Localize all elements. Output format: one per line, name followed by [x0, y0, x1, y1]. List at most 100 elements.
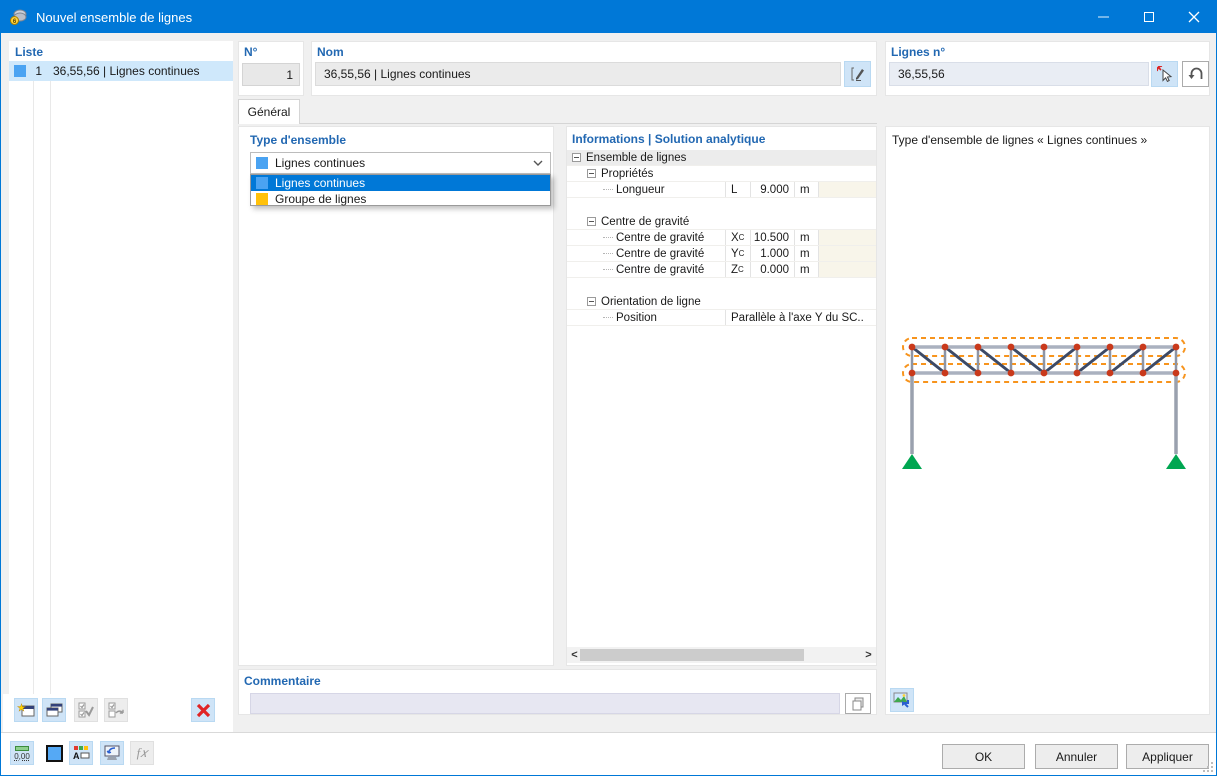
tree-tick	[603, 269, 613, 270]
symbol: Y	[731, 247, 739, 260]
unit: m	[794, 182, 818, 197]
collapse-toggle[interactable]	[587, 217, 596, 226]
color-swatch-button[interactable]	[42, 741, 66, 765]
save-image-button[interactable]	[890, 688, 914, 712]
fx-icon: f𝑥	[136, 745, 148, 760]
ok-button[interactable]: OK	[942, 744, 1025, 769]
name-field[interactable]: 36,55,56 | Lignes continues	[315, 62, 841, 86]
pick-cursor-icon	[1156, 66, 1172, 82]
truss-diagram	[902, 337, 1186, 469]
ruler-icon	[15, 745, 29, 751]
collapse-toggle[interactable]	[572, 153, 581, 162]
formula-button[interactable]: f𝑥	[130, 741, 154, 765]
extra-cell	[818, 246, 876, 261]
unit: m	[794, 230, 818, 245]
type-combobox[interactable]: Lignes continues	[250, 152, 551, 174]
row-label: Position	[616, 311, 657, 324]
dialog-nouvel-ensemble-de-lignes: 6 Nouvel ensemble de lignes Liste 1 36,5…	[0, 0, 1217, 776]
dropdown-option-groupe-de-lignes[interactable]: Groupe de lignes	[251, 191, 550, 207]
comment-panel: Commentaire	[238, 669, 877, 715]
copy-windows-icon	[46, 703, 62, 716]
row-label: Centre de gravité	[616, 263, 705, 276]
window-title: Nouvel ensemble de lignes	[36, 9, 193, 25]
delete-line-set-button[interactable]	[191, 698, 215, 722]
scroll-right-arrow[interactable]: >	[861, 647, 876, 663]
unit: m	[794, 262, 818, 277]
apply-button[interactable]: Appliquer	[1126, 744, 1209, 769]
info-panel: Informations | Solution analytique Ensem…	[566, 126, 877, 666]
tree-tick	[603, 189, 613, 190]
dropdown-option-lignes-continues[interactable]: Lignes continues	[251, 175, 550, 191]
list-panel: Liste 1 36,55,56 | Lignes continues	[9, 41, 233, 694]
dropdown-option-label: Groupe de lignes	[275, 192, 367, 206]
type-dropdown-list: Lignes continues Groupe de lignes	[250, 174, 551, 206]
row-label: Longueur	[616, 183, 665, 196]
table-row: Position Parallèle à l'axe Y du SC..	[567, 310, 876, 326]
table-row: Longueur L 9.000 m	[567, 182, 876, 198]
close-button[interactable]	[1171, 1, 1216, 32]
svg-text:★: ★	[17, 703, 26, 714]
decimal-places-button[interactable]: 0,00	[10, 741, 34, 765]
edit-name-button[interactable]	[844, 61, 871, 87]
close-icon	[1188, 11, 1199, 22]
delete-x-icon	[196, 703, 210, 717]
table-row: Centre de gravité ZC 0.000 m	[567, 262, 876, 278]
list-item[interactable]: 1 36,55,56 | Lignes continues	[9, 61, 233, 81]
monitor-icon	[104, 745, 120, 760]
toggle-check-icon	[108, 702, 124, 717]
copy-line-set-button[interactable]	[42, 698, 66, 722]
lines-field[interactable]: 36,55,56	[889, 62, 1149, 86]
pencil-icon	[851, 67, 864, 81]
number-card: N° 1	[238, 41, 304, 96]
line-set-swatch-icon	[14, 65, 26, 77]
resize-grip[interactable]	[1203, 762, 1213, 772]
select-lines-button[interactable]	[1151, 61, 1178, 87]
horizontal-scrollbar[interactable]: < >	[567, 647, 876, 663]
row-label: Ensemble de lignes	[586, 151, 687, 164]
collapse-toggle[interactable]	[587, 297, 596, 306]
value: Parallèle à l'axe Y du SC..	[725, 310, 876, 325]
number-field[interactable]: 1	[242, 63, 300, 86]
table-spacer-row	[567, 278, 876, 294]
display-options-button[interactable]: A	[69, 741, 93, 765]
value: 10.500	[750, 230, 794, 245]
scrollbar-thumb[interactable]	[580, 649, 804, 661]
maximize-button[interactable]	[1126, 1, 1171, 32]
new-line-set-button[interactable]: ★	[14, 698, 38, 722]
apply-to-view-button[interactable]	[100, 741, 124, 765]
comment-label: Commentaire	[244, 674, 321, 688]
bottom-bar	[1, 732, 1216, 775]
revert-lines-button[interactable]	[1182, 61, 1209, 87]
dropdown-option-label: Lignes continues	[275, 176, 366, 190]
row-label: Orientation de ligne	[601, 295, 701, 308]
copy-comment-button[interactable]	[845, 693, 871, 714]
tab-general[interactable]: Général	[238, 99, 300, 124]
symbol: X	[731, 231, 739, 244]
chevron-down-icon	[533, 160, 543, 166]
comment-combobox[interactable]	[250, 693, 840, 714]
row-label: Centre de gravité	[616, 231, 705, 244]
line-group-swatch-icon	[256, 193, 268, 205]
select-all-button[interactable]	[74, 698, 98, 722]
number-label: N°	[244, 45, 258, 59]
tree-tick	[603, 253, 613, 254]
table-row: Centre de gravité YC 1.000 m	[567, 246, 876, 262]
cancel-button[interactable]: Annuler	[1035, 744, 1118, 769]
minimize-icon	[1098, 15, 1109, 18]
type-label: Type d'ensemble	[250, 133, 346, 147]
titlebar[interactable]: 6 Nouvel ensemble de lignes	[1, 1, 1216, 33]
return-arrow-icon	[1188, 67, 1202, 79]
continuous-lines-swatch-icon	[256, 157, 268, 169]
preview-panel: Type d'ensemble de lignes « Lignes conti…	[885, 126, 1210, 715]
invert-selection-button[interactable]	[104, 698, 128, 722]
minimize-button[interactable]	[1081, 1, 1126, 32]
name-label: Nom	[317, 45, 344, 59]
tabstrip-divider	[238, 123, 877, 124]
list-item-number: 1	[35, 64, 42, 78]
info-table: Ensemble de lignes Propriétés Longueur L…	[567, 150, 876, 326]
collapse-toggle[interactable]	[587, 169, 596, 178]
row-label: Propriétés	[601, 167, 654, 180]
symbol: L	[731, 183, 738, 196]
save-image-icon	[893, 692, 909, 708]
extra-cell	[818, 262, 876, 277]
